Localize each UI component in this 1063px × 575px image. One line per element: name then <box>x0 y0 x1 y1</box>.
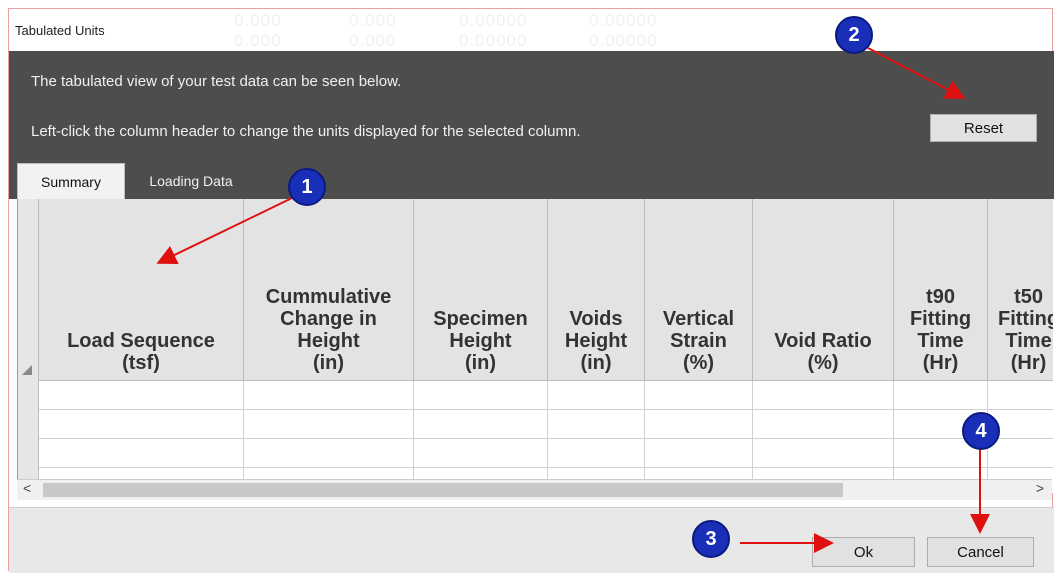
table-cell[interactable] <box>414 381 548 410</box>
table-cell[interactable] <box>645 410 753 439</box>
dialog-footer: Ok Cancel <box>9 507 1054 573</box>
table-cell[interactable] <box>548 381 645 410</box>
table-cell[interactable] <box>414 410 548 439</box>
ghost-value: 0.00000 <box>589 11 658 30</box>
scrollbar-thumb[interactable] <box>43 483 843 497</box>
annotation-badge-1: 1 <box>288 168 326 206</box>
column-header-specimen-height[interactable]: Specimen Height (in) <box>414 199 548 381</box>
row-header-column <box>18 199 39 479</box>
column-header-t90-fitting-time[interactable]: t90 Fitting Time (Hr) <box>894 199 988 381</box>
ghost-value: 0.00000 <box>459 31 528 50</box>
cancel-button[interactable]: Cancel <box>927 537 1034 567</box>
annotation-badge-2: 2 <box>835 16 873 54</box>
column-header-cumulative-change[interactable]: Cummulative Change in Height (in) <box>244 199 414 381</box>
select-all-corner-icon[interactable] <box>22 365 32 375</box>
data-grid: Load Sequence (tsf) Cummulative Change i… <box>17 199 1053 493</box>
tab-loading-data[interactable]: Loading Data <box>131 163 251 199</box>
table-cell[interactable] <box>244 439 414 468</box>
table-cell[interactable] <box>548 439 645 468</box>
table-cell[interactable] <box>645 381 753 410</box>
column-header-void-ratio[interactable]: Void Ratio (%) <box>753 199 894 381</box>
instruction-text-2: Left-click the column header to change t… <box>31 123 581 140</box>
tab-summary[interactable]: Summary <box>17 163 125 199</box>
ghost-value: 0.000 <box>349 11 397 30</box>
table-cell[interactable] <box>244 381 414 410</box>
reset-button[interactable]: Reset <box>930 114 1037 142</box>
table-cell[interactable] <box>39 381 244 410</box>
horizontal-scrollbar[interactable]: < > <box>17 479 1052 500</box>
table-cell[interactable] <box>39 410 244 439</box>
scroll-right-icon[interactable]: > <box>1036 480 1044 496</box>
column-header-voids-height[interactable]: Voids Height (in) <box>548 199 645 381</box>
table-cell[interactable] <box>894 381 988 410</box>
table-cell[interactable] <box>988 381 1053 410</box>
column-header-vertical-strain[interactable]: Vertical Strain (%) <box>645 199 753 381</box>
table-cell[interactable] <box>753 439 894 468</box>
ghost-value: 0.000 <box>234 11 282 30</box>
table-cell[interactable] <box>414 439 548 468</box>
table-cell[interactable] <box>244 410 414 439</box>
column-header-t50-fitting-time[interactable]: t50 Fitting Time (Hr) <box>988 199 1053 381</box>
ghost-value: 0.00000 <box>459 11 528 30</box>
table-cell[interactable] <box>548 410 645 439</box>
table-cell[interactable] <box>753 410 894 439</box>
scroll-left-icon[interactable]: < <box>23 480 31 496</box>
table-cell[interactable] <box>645 439 753 468</box>
tabulated-units-dialog: 0.000 0.000 0.00000 0.00000 0.000 0.000 … <box>8 8 1054 573</box>
ok-button[interactable]: Ok <box>812 537 915 567</box>
ghost-value: 0.000 <box>234 31 282 50</box>
ghost-value: 0.000 <box>349 31 397 50</box>
dialog-header: The tabulated view of your test data can… <box>9 51 1054 199</box>
table-cell[interactable] <box>753 381 894 410</box>
annotation-badge-3: 3 <box>692 520 730 558</box>
window-title: Tabulated Units <box>15 23 105 38</box>
ghost-value: 0.00000 <box>589 31 658 50</box>
annotation-badge-4: 4 <box>962 412 1000 450</box>
table-cell[interactable] <box>988 439 1053 468</box>
instruction-text-1: The tabulated view of your test data can… <box>31 73 402 90</box>
title-bar: 0.000 0.000 0.00000 0.00000 0.000 0.000 … <box>9 9 1052 51</box>
column-header-load-sequence[interactable]: Load Sequence (tsf) <box>39 199 244 381</box>
table-cell[interactable] <box>39 439 244 468</box>
